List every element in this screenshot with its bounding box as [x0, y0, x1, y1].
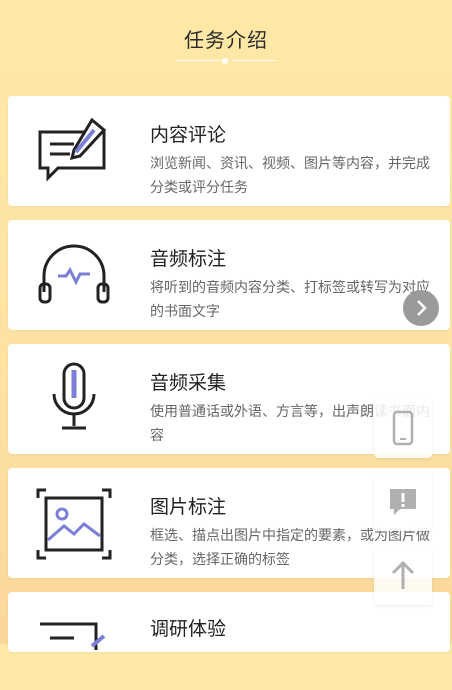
watermark: 知乎 @错饼帮: [356, 616, 439, 631]
task-title: 内容评论: [150, 124, 227, 146]
page-title: 任务介绍: [184, 28, 268, 52]
task-title: 调研体验: [150, 618, 227, 640]
title-divider: [176, 58, 276, 64]
survey-icon: [34, 610, 114, 690]
image-frame-icon: [34, 484, 114, 564]
task-description: 将听到的音频内容分类、打标签或转写为对应的书面文字: [150, 280, 430, 320]
feedback-button[interactable]: [374, 473, 432, 531]
task-title: 音频标注: [150, 248, 227, 270]
phone-button[interactable]: [374, 400, 432, 458]
task-card-content-review[interactable]: 内容评论 浏览新闻、资讯、视频、图片等内容，并完成分类或评分任务: [8, 96, 450, 206]
chevron-right-icon: [417, 300, 427, 316]
feedback-icon: [390, 489, 416, 515]
phone-icon: [392, 410, 414, 446]
task-description: 浏览新闻、资讯、视频、图片等内容，并完成分类或评分任务: [150, 156, 430, 196]
task-card-audio-annotation[interactable]: 音频标注 将听到的音频内容分类、打标签或转写为对应的书面文字: [8, 220, 450, 330]
task-title: 音频采集: [150, 372, 227, 394]
headphones-icon: [34, 236, 114, 316]
microphone-icon: [34, 360, 114, 440]
task-title: 图片标注: [150, 496, 227, 518]
arrow-up-icon: [391, 560, 415, 589]
comment-edit-icon: [34, 112, 114, 192]
back-to-top-button[interactable]: [374, 547, 432, 605]
next-button[interactable]: [403, 290, 439, 326]
page-header: 任务介绍: [0, 0, 452, 80]
